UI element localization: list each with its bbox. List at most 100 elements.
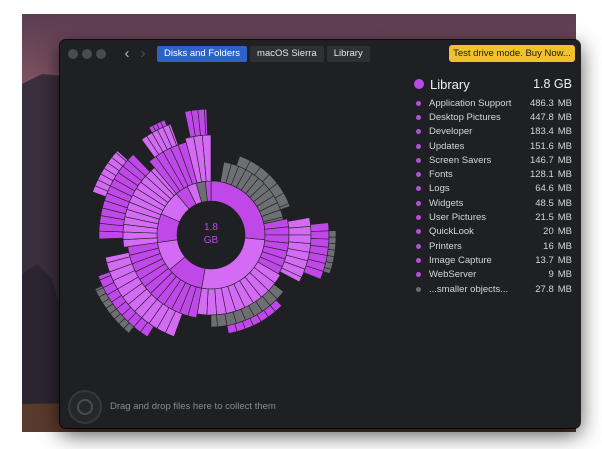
item-size: 486.3 MB — [516, 98, 572, 109]
item-size: 48.5 MB — [516, 198, 572, 209]
breadcrumb: Disks and Folders macOS Sierra Library — [157, 45, 373, 63]
back-button[interactable]: ‹ — [120, 45, 134, 63]
chart-segment[interactable] — [310, 222, 330, 232]
list-item[interactable]: Widgets 48.5 MB — [412, 196, 572, 210]
item-name: Application Support — [429, 97, 512, 109]
item-size-unit: MB — [557, 283, 572, 295]
item-color-dot — [416, 215, 421, 221]
folder-size: 1.8 GB — [533, 77, 572, 91]
item-size-unit: MB — [557, 111, 572, 123]
zoom-window-button[interactable] — [96, 49, 106, 59]
list-item[interactable]: Fonts 128.1 MB — [412, 167, 572, 181]
chart-segment[interactable] — [310, 230, 330, 240]
item-color-dot — [416, 200, 421, 206]
item-color-dot — [416, 286, 421, 292]
list-item[interactable]: Application Support 486.3 MB — [412, 96, 572, 110]
item-size: 16 MB — [516, 241, 572, 252]
chart-segment[interactable] — [327, 242, 337, 251]
item-size-value: 9 — [548, 269, 554, 281]
folder-color-dot — [414, 79, 424, 89]
item-size-value: 486.3 — [529, 97, 554, 109]
item-size-value: 20 — [543, 226, 554, 238]
chart-segment[interactable] — [210, 314, 218, 328]
item-name: Updates — [429, 140, 465, 152]
item-size-unit: MB — [557, 140, 572, 152]
chart-segment[interactable] — [98, 230, 124, 240]
item-size-unit: MB — [557, 212, 572, 224]
item-color-dot — [416, 272, 421, 278]
chart-segment[interactable] — [226, 323, 238, 334]
item-size-unit: MB — [557, 269, 572, 281]
drop-collector[interactable] — [68, 390, 102, 424]
item-size: 447.8 MB — [516, 112, 572, 123]
item-name: ...smaller objects... — [429, 283, 509, 295]
chart-segment[interactable] — [328, 236, 337, 245]
chevron-left-icon: ‹ — [124, 45, 130, 62]
folder-name: Library — [430, 76, 470, 92]
item-name: Fonts — [429, 169, 453, 181]
item-size-unit: MB — [557, 97, 572, 109]
list-item[interactable]: User Pictures 21.5 MB — [412, 210, 572, 224]
breadcrumb-macos-sierra[interactable]: macOS Sierra — [250, 46, 324, 62]
folder-details-panel: Library 1.8 GB Application Support 486.3 M… — [412, 72, 572, 296]
list-item[interactable]: Printers 16 MB — [412, 239, 572, 253]
item-size-unit: MB — [557, 197, 572, 209]
center-size-value: 1.8 — [204, 222, 218, 233]
list-item[interactable]: Image Capture 13.7 MB — [412, 253, 572, 267]
item-name: Logs — [429, 183, 450, 195]
list-item[interactable]: Developer 183.4 MB — [412, 125, 572, 139]
item-size-value: 48.5 — [535, 197, 554, 209]
item-name: Widgets — [429, 197, 464, 209]
item-size-unit: MB — [557, 169, 572, 181]
folder-item-list: Application Support 486.3 MB Desktop Pictur… — [412, 96, 572, 296]
item-size-value: 16 — [543, 240, 554, 252]
drop-target-icon — [77, 399, 93, 415]
app-window: ‹ › Disks and Folders macOS Sierra Libra… — [60, 40, 580, 428]
item-size-unit: MB — [557, 240, 572, 252]
item-size-value: 128.1 — [529, 169, 554, 181]
item-size: 20 MB — [516, 226, 572, 237]
item-size: 64.6 MB — [516, 183, 572, 194]
item-size: 21.5 MB — [516, 212, 572, 223]
item-size-value: 13.7 — [535, 254, 554, 266]
list-item[interactable]: Updates 151.6 MB — [412, 139, 572, 153]
chart-segment[interactable] — [206, 288, 217, 316]
list-item[interactable]: Logs 64.6 MB — [412, 182, 572, 196]
list-item[interactable]: Desktop Pictures 447.8 MB — [412, 110, 572, 124]
close-window-button[interactable] — [68, 49, 78, 59]
list-item[interactable]: WebServer 9 MB — [412, 268, 572, 282]
chart-segment[interactable] — [328, 230, 337, 238]
item-size: 13.7 MB — [516, 255, 572, 266]
item-size-value: 183.4 — [529, 126, 554, 138]
folder-header: Library 1.8 GB — [412, 72, 572, 96]
item-size-unit: MB — [557, 254, 572, 266]
item-name: WebServer — [429, 269, 477, 281]
list-item[interactable]: QuickLook 20 MB — [412, 225, 572, 239]
item-color-dot — [416, 229, 421, 235]
chevron-right-icon: › — [140, 45, 146, 62]
item-color-dot — [416, 257, 421, 263]
item-color-dot — [416, 157, 421, 163]
item-size-unit: MB — [557, 183, 572, 195]
list-item[interactable]: Screen Savers 146.7 MB — [412, 153, 572, 167]
forward-button[interactable]: › — [136, 45, 150, 63]
item-size-unit: MB — [557, 154, 572, 166]
item-color-dot — [416, 143, 421, 149]
item-color-dot — [416, 129, 421, 135]
breadcrumb-disks-and-folders[interactable]: Disks and Folders — [157, 46, 248, 62]
item-size-value: 21.5 — [535, 212, 554, 224]
item-color-dot — [416, 172, 421, 178]
item-size: 128.1 MB — [516, 169, 572, 180]
item-size-value: 151.6 — [529, 140, 554, 152]
item-size: 9 MB — [516, 269, 572, 280]
item-name: Developer — [429, 126, 473, 138]
item-name: Image Capture — [429, 254, 492, 266]
item-size-value: 27.8 — [535, 283, 554, 295]
buy-now-button[interactable]: Test drive mode. Buy Now... — [449, 45, 575, 62]
item-color-dot — [416, 243, 421, 249]
list-item[interactable]: ...smaller objects... 27.8 MB — [412, 282, 572, 296]
item-size-unit: MB — [557, 126, 572, 138]
breadcrumb-library[interactable]: Library — [326, 46, 370, 62]
chart-segment[interactable] — [216, 313, 228, 328]
minimize-window-button[interactable] — [82, 49, 92, 59]
